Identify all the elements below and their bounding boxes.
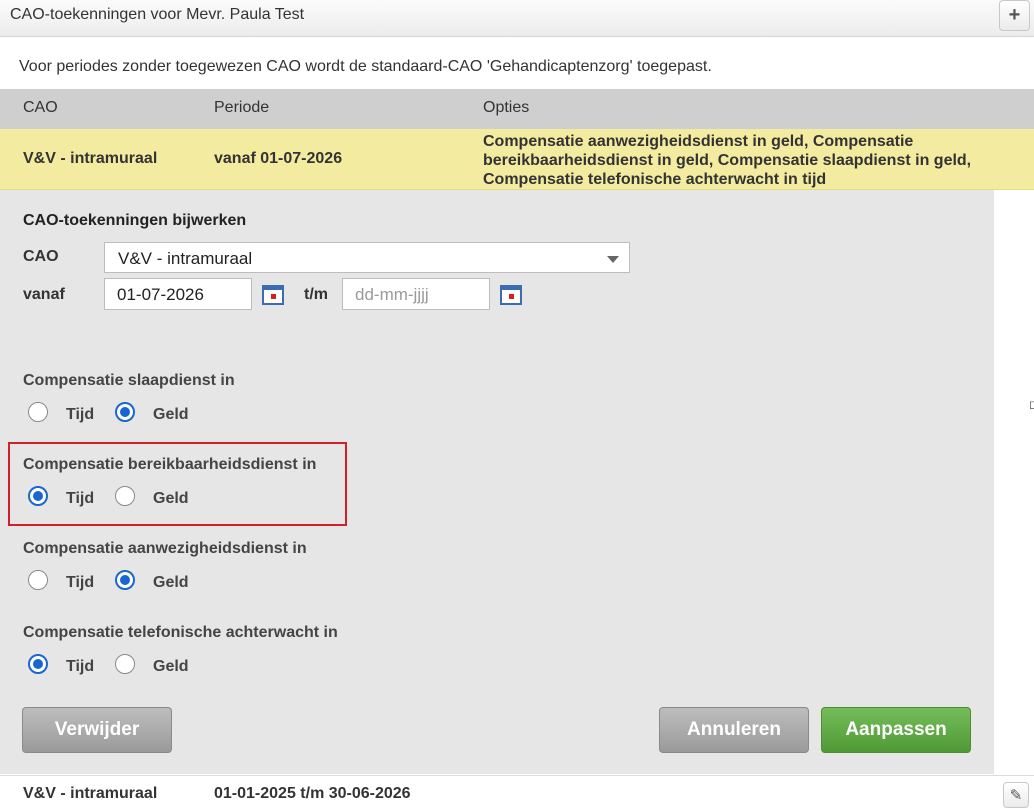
cancel-button[interactable]: Annuleren: [659, 707, 809, 753]
aanwezigheidsdienst-geld-radio[interactable]: [115, 570, 135, 590]
plus-icon: +: [1008, 4, 1021, 26]
table-row[interactable]: V&V - intramuraal 01-01-2025 t/m 30-06-2…: [0, 775, 1034, 812]
slaapdienst-tijd-radio[interactable]: [28, 402, 48, 422]
aanwezigheidsdienst-geld-label[interactable]: Geld: [153, 574, 189, 592]
bereikbaarheidsdienst-tijd-radio[interactable]: [28, 486, 48, 506]
tm-date-placeholder: dd-mm-jjjj: [355, 285, 429, 304]
save-button[interactable]: Aanpassen: [821, 707, 971, 753]
row-cao: V&V - intramuraal: [23, 150, 158, 167]
tm-calendar-icon[interactable]: [500, 285, 522, 305]
column-header-opties: Opties: [483, 99, 530, 116]
edit-panel-title: CAO-toekenningen bijwerken: [23, 212, 247, 229]
aanwezigheidsdienst-tijd-radio[interactable]: [28, 570, 48, 590]
edit-panel: CAO-toekenningen bijwerken CAO V&V - int…: [0, 190, 994, 774]
table-header: CAO Periode Opties: [0, 89, 1034, 129]
pencil-icon: ✎: [1009, 787, 1023, 804]
aanwezigheidsdienst-label: Compensatie aanwezigheidsdienst in: [23, 540, 307, 557]
dialog-header: CAO-toekenningen voor Mevr. Paula Test +: [0, 0, 1034, 37]
cao-select-value: V&V - intramuraal: [118, 249, 253, 268]
bereikbaarheidsdienst-tijd-label[interactable]: Tijd: [66, 490, 94, 508]
cao-label: CAO: [23, 248, 59, 265]
aanwezigheidsdienst-tijd-label[interactable]: Tijd: [66, 574, 94, 592]
table-row-selected[interactable]: V&V - intramuraal vanaf 01-07-2026 Compe…: [0, 129, 1034, 190]
edit-button[interactable]: ✎: [1003, 782, 1029, 808]
resize-handle-icon[interactable]: ◻: [1029, 398, 1034, 411]
row-opties: Compensatie aanwezigheidsdienst in geld,…: [483, 133, 972, 188]
slaapdienst-tijd-label[interactable]: Tijd: [66, 406, 94, 424]
delete-button[interactable]: Verwijder: [22, 707, 172, 753]
highlight-box: [8, 442, 347, 526]
bereikbaarheidsdienst-label: Compensatie bereikbaarheidsdienst in: [23, 456, 317, 473]
column-header-periode: Periode: [214, 99, 270, 116]
add-button[interactable]: +: [999, 0, 1030, 31]
dropdown-arrow-icon: [607, 256, 619, 263]
slaapdienst-label: Compensatie slaapdienst in: [23, 372, 235, 389]
default-cao-notice: Voor periodes zonder toegewezen CAO word…: [19, 58, 712, 75]
tm-date-input[interactable]: dd-mm-jjjj: [342, 278, 490, 310]
bereikbaarheidsdienst-geld-radio[interactable]: [115, 486, 135, 506]
telefonische-achterwacht-tijd-label[interactable]: Tijd: [66, 658, 94, 676]
slaapdienst-geld-radio[interactable]: [115, 402, 135, 422]
tm-label: t/m: [304, 286, 328, 303]
telefonische-achterwacht-geld-label[interactable]: Geld: [153, 658, 189, 676]
telefonische-achterwacht-label: Compensatie telefonische achterwacht in: [23, 624, 338, 641]
row-periode: 01-01-2025 t/m 30-06-2026: [214, 785, 411, 802]
vanaf-date-input[interactable]: 01-07-2026: [104, 278, 252, 310]
bereikbaarheidsdienst-geld-label[interactable]: Geld: [153, 490, 189, 508]
vanaf-calendar-icon[interactable]: [262, 285, 284, 305]
row-cao: V&V - intramuraal: [23, 785, 158, 802]
slaapdienst-geld-label[interactable]: Geld: [153, 406, 189, 424]
cao-select[interactable]: V&V - intramuraal: [104, 242, 630, 273]
dialog-title: CAO-toekenningen voor Mevr. Paula Test: [10, 6, 305, 23]
telefonische-achterwacht-geld-radio[interactable]: [115, 654, 135, 674]
column-header-cao: CAO: [23, 99, 58, 116]
vanaf-label: vanaf: [23, 286, 65, 303]
telefonische-achterwacht-tijd-radio[interactable]: [28, 654, 48, 674]
vanaf-date-value: 01-07-2026: [117, 285, 204, 304]
row-periode: vanaf 01-07-2026: [214, 150, 343, 167]
